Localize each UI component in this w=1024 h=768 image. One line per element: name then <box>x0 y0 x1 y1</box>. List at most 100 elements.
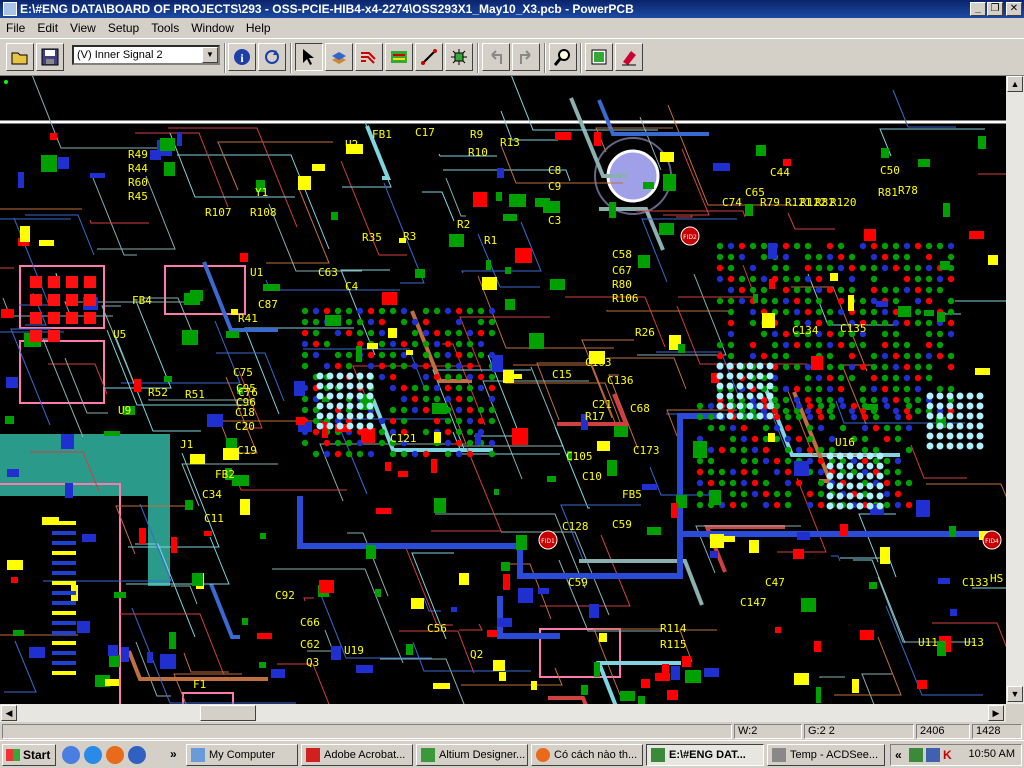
monitor-icon[interactable] <box>926 748 940 762</box>
bga-ball <box>411 329 419 337</box>
bga-ball <box>905 424 913 432</box>
smd-pad <box>406 350 413 355</box>
firefox-icon[interactable] <box>106 746 124 764</box>
menu-help[interactable]: Help <box>240 18 277 38</box>
bga-ball <box>773 424 781 432</box>
menu-edit[interactable]: Edit <box>31 18 64 38</box>
refdes-label: C75 <box>233 366 253 379</box>
menu-window[interactable]: Window <box>185 18 240 38</box>
bga-ball <box>870 374 878 382</box>
fiducial-label: FID2 <box>683 234 697 241</box>
bga-ball <box>782 396 790 404</box>
bga-ball <box>903 352 911 360</box>
bga-ball <box>914 308 922 316</box>
info-button[interactable]: i <box>228 43 256 71</box>
component-button[interactable] <box>445 43 473 71</box>
quicklaunch-more[interactable]: » <box>170 747 177 761</box>
route-button[interactable] <box>355 43 383 71</box>
layer-select[interactable]: (V) Inner Signal 2 ▼ <box>72 45 220 65</box>
bga-ball <box>444 351 452 359</box>
via <box>746 362 754 370</box>
via <box>766 412 774 420</box>
scroll-left-icon[interactable]: ◀ <box>1 705 17 721</box>
via <box>766 392 774 400</box>
bga-ball <box>870 352 878 360</box>
internet-explorer-icon[interactable] <box>84 746 102 764</box>
pcb-canvas[interactable]: U2 FB1 C17 R9 R10 R13 C8 C9 C3 R3 R2 R1 R49 R44 R60 R45… <box>0 76 1006 704</box>
bga-ball <box>894 490 902 498</box>
task-my-computer[interactable]: My Computer <box>186 744 298 766</box>
task-powerpcb[interactable]: E:\#ENG DAT... <box>646 744 764 766</box>
bga-ball <box>903 374 911 382</box>
menu-setup[interactable]: Setup <box>102 18 145 38</box>
bga-ball <box>914 374 922 382</box>
menu-view[interactable]: View <box>64 18 102 38</box>
maximize-button[interactable]: ❐ <box>987 2 1003 16</box>
via <box>366 402 374 410</box>
bga-ball <box>837 396 845 404</box>
open-button[interactable] <box>6 43 34 71</box>
close-button[interactable]: ✕ <box>1006 2 1022 16</box>
line-button[interactable] <box>415 43 443 71</box>
task-adobe-acrobat[interactable]: Adobe Acrobat... <box>301 744 413 766</box>
start-button[interactable]: Start <box>2 744 56 766</box>
redo-button[interactable] <box>512 43 540 71</box>
menu-tools[interactable]: Tools <box>145 18 185 38</box>
bga-ball <box>716 297 724 305</box>
eraser-button[interactable] <box>615 43 643 71</box>
bga-ball <box>804 385 812 393</box>
design-rules-button[interactable] <box>385 43 413 71</box>
bga-ball <box>760 352 768 360</box>
network-icon[interactable] <box>909 748 923 762</box>
layers-button[interactable] <box>585 43 613 71</box>
refdes-label: C11 <box>204 512 224 525</box>
refresh-button[interactable] <box>258 43 286 71</box>
smd-pad <box>434 498 446 513</box>
refdes-label: R49 <box>128 148 148 161</box>
task-browser[interactable]: Có cách nào th... <box>531 744 643 766</box>
scroll-thumb[interactable] <box>200 705 256 721</box>
bga-ball <box>738 242 746 250</box>
task-acdsee[interactable]: Temp - ACDSee... <box>767 744 885 766</box>
bga-ball <box>925 253 933 261</box>
smd-pad <box>753 294 758 303</box>
bga-ball <box>345 329 353 337</box>
bga-ball <box>751 490 759 498</box>
antivirus-icon[interactable]: K <box>943 748 957 762</box>
vertical-scrollbar[interactable]: ▲ ▼ <box>1006 76 1024 704</box>
bga-ball <box>760 297 768 305</box>
media-player-icon[interactable] <box>128 746 146 764</box>
bga-ball <box>861 413 869 421</box>
via <box>356 382 364 390</box>
bga-ball <box>870 308 878 316</box>
via <box>316 412 324 420</box>
layer-button[interactable] <box>325 43 353 71</box>
minimize-button[interactable]: _ <box>970 2 986 16</box>
undo-button[interactable] <box>482 43 510 71</box>
pcb-layout[interactable]: U2 FB1 C17 R9 R10 R13 C8 C9 C3 R3 R2 R1 R49R44R60R45… <box>0 76 1006 704</box>
tray-expand[interactable]: « <box>895 748 902 762</box>
via <box>826 452 834 460</box>
select-button[interactable] <box>295 43 323 71</box>
bga-ball <box>881 385 889 393</box>
scroll-right-icon[interactable]: ▶ <box>988 705 1004 721</box>
bga-ball <box>334 307 342 315</box>
menu-file[interactable]: File <box>0 18 31 38</box>
show-desktop-icon[interactable] <box>62 746 80 764</box>
refdes-label: C136 <box>607 374 634 387</box>
smd-pad <box>529 333 544 349</box>
refdes-label: FB1 <box>372 128 392 141</box>
scroll-down-icon[interactable]: ▼ <box>1007 686 1023 702</box>
scroll-up-icon[interactable]: ▲ <box>1007 76 1023 92</box>
title-bar[interactable]: E:\#ENG DATA\BOARD OF PROJECTS\293 - OSS… <box>0 0 1024 18</box>
smd-pad <box>663 174 676 191</box>
horizontal-scrollbar[interactable]: ◀ ▶ <box>0 704 1006 722</box>
zoom-button[interactable] <box>549 43 577 71</box>
via <box>866 472 874 480</box>
bga-ball <box>782 297 790 305</box>
via <box>966 422 974 430</box>
task-altium-designer[interactable]: Altium Designer... <box>416 744 528 766</box>
save-button[interactable] <box>36 43 64 71</box>
smd-pad <box>756 145 766 156</box>
chevron-down-icon[interactable]: ▼ <box>202 47 218 63</box>
